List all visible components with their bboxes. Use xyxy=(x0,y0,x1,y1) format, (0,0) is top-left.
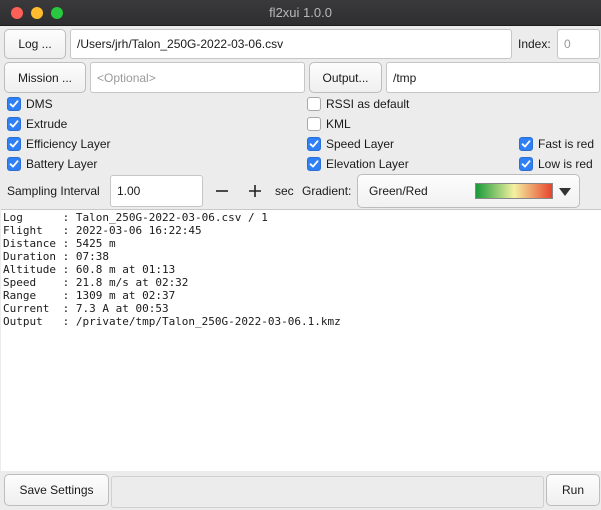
kml-label: KML xyxy=(326,117,351,131)
window-title: fl2xui 1.0.0 xyxy=(269,5,332,20)
checkbox-checked-icon xyxy=(307,157,321,171)
speed-layer-checkbox[interactable]: Speed Layer xyxy=(307,135,394,153)
extrude-checkbox[interactable]: Extrude xyxy=(7,115,67,133)
increment-button[interactable] xyxy=(236,175,274,207)
efficiency-layer-label: Efficiency Layer xyxy=(26,137,111,151)
run-button[interactable]: Run xyxy=(546,474,600,506)
index-input[interactable]: 0 xyxy=(557,29,600,59)
sampling-interval-input[interactable]: 1.00 xyxy=(110,175,203,207)
battery-layer-checkbox[interactable]: Battery Layer xyxy=(7,155,97,173)
output-log-text[interactable]: Log : Talon_250G-2022-03-06.csv / 1 Fligh… xyxy=(1,209,601,471)
dms-label: DMS xyxy=(26,97,53,111)
output-line: Output : /private/tmp/Talon_250G-2022-03… xyxy=(3,315,341,328)
efficiency-layer-checkbox[interactable]: Efficiency Layer xyxy=(7,135,111,153)
output-dir-button[interactable]: Output... xyxy=(309,62,382,93)
minus-icon xyxy=(216,190,228,192)
gradient-selected-value: Green/Red xyxy=(369,184,428,198)
speed-layer-label: Speed Layer xyxy=(326,137,395,151)
rssi-default-label: RSSI as default xyxy=(326,97,410,111)
log-path-input[interactable]: /Users/jrh/Talon_250G-2022-03-06.csv xyxy=(70,29,512,59)
extrude-label: Extrude xyxy=(26,117,68,131)
kml-checkbox[interactable]: KML xyxy=(307,115,351,133)
fast-is-red-label: Fast is red xyxy=(538,137,595,151)
output-line: Speed : 21.8 m/s at 02:32 xyxy=(3,276,189,289)
gradient-preview xyxy=(475,183,553,199)
fast-is-red-checkbox[interactable]: Fast is red xyxy=(519,135,594,153)
output-line: Current : 7.3 A at 00:53 xyxy=(3,302,169,315)
output-line: Log : Talon_250G-2022-03-06.csv / 1 xyxy=(3,211,268,224)
output-line: Range : 1309 m at 02:37 xyxy=(3,289,176,302)
checkbox-unchecked-icon xyxy=(307,97,321,111)
log-button[interactable]: Log ... xyxy=(4,29,66,59)
low-is-red-checkbox[interactable]: Low is red xyxy=(519,155,593,173)
save-settings-button[interactable]: Save Settings xyxy=(4,474,109,506)
plus-icon xyxy=(249,185,261,197)
checkbox-unchecked-icon xyxy=(307,117,321,131)
output-line: Duration : 07:38 xyxy=(3,250,109,263)
gradient-label: Gradient: xyxy=(302,184,352,198)
checkbox-checked-icon xyxy=(519,137,533,151)
status-bar xyxy=(111,476,544,508)
index-label: Index: xyxy=(518,37,551,51)
low-is-red-label: Low is red xyxy=(538,157,593,171)
elevation-layer-checkbox[interactable]: Elevation Layer xyxy=(307,155,409,173)
output-line: Flight : 2022-03-06 16:22:45 xyxy=(3,224,202,237)
checkbox-checked-icon xyxy=(7,137,21,151)
output-dir-input[interactable]: /tmp xyxy=(386,62,600,93)
sampling-interval-label: Sampling Interval xyxy=(7,184,100,198)
mission-input[interactable]: <Optional> xyxy=(90,62,305,93)
output-line: Distance : 5425 m xyxy=(3,237,116,250)
sampling-unit-label: sec xyxy=(275,184,294,198)
dms-checkbox[interactable]: DMS xyxy=(7,95,53,113)
chevron-down-icon xyxy=(559,188,571,196)
checkbox-checked-icon xyxy=(519,157,533,171)
checkbox-checked-icon xyxy=(307,137,321,151)
rssi-default-checkbox[interactable]: RSSI as default xyxy=(307,95,409,113)
battery-layer-label: Battery Layer xyxy=(26,157,98,171)
checkbox-checked-icon xyxy=(7,117,21,131)
gradient-select[interactable]: Green/Red xyxy=(357,174,580,208)
checkbox-checked-icon xyxy=(7,97,21,111)
output-line: Altitude : 60.8 m at 01:13 xyxy=(3,263,176,276)
checkbox-checked-icon xyxy=(7,157,21,171)
mission-button[interactable]: Mission ... xyxy=(4,62,86,93)
elevation-layer-label: Elevation Layer xyxy=(326,157,409,171)
title-bar: fl2xui 1.0.0 xyxy=(0,0,601,26)
